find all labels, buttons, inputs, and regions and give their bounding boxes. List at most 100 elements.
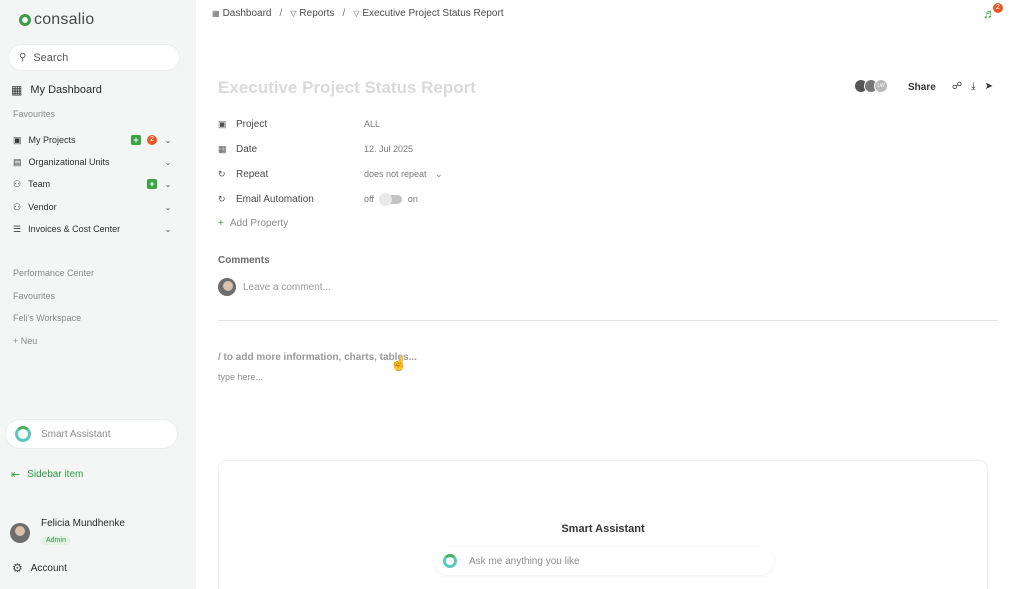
account-label: Account <box>30 562 67 574</box>
search-icon: ⚲ <box>19 52 27 63</box>
repeat-value: does not repeat <box>364 168 427 179</box>
calendar-icon: ▦ <box>218 143 227 154</box>
send-icon[interactable]: ➤ <box>985 81 993 92</box>
sidebar: consalio ⚲ Search ▦ My Dashboard Favouri… <box>0 0 196 589</box>
assistant-placeholder: Ask me anything you like <box>469 555 580 567</box>
projects-count-badge: 2 <box>147 135 157 145</box>
chevron-down-icon: ⌄ <box>435 168 443 179</box>
chevron-down-icon[interactable]: ⌄ <box>163 203 173 212</box>
sidebar-item-label: Invoices & Cost Center <box>28 224 121 234</box>
comments-heading: Comments <box>218 255 270 266</box>
search-placeholder: Search <box>33 51 69 64</box>
logo-icon <box>19 14 31 26</box>
assistant-label: Smart Assistant <box>41 428 111 440</box>
building-icon: ▤ <box>13 156 22 167</box>
sidebar-item-label: Vendor <box>28 202 57 212</box>
breadcrumb-dashboard[interactable]: Dashboard <box>223 8 272 19</box>
lock-icon[interactable]: ☍ <box>952 81 962 92</box>
logo[interactable]: consalio <box>19 11 94 29</box>
property-label: Repeat <box>236 168 269 180</box>
chevron-down-icon[interactable]: ⌄ <box>163 136 173 145</box>
notifications-button[interactable]: ♬ 2 <box>983 3 1003 22</box>
report-icon: ▽ <box>353 9 360 18</box>
vendor-icon: ⚇ <box>13 201 22 212</box>
user-name: Felicia Mundhenke <box>41 518 125 529</box>
folder-icon: ▣ <box>218 118 227 129</box>
sidebar-toggle-item[interactable]: ⇤ Sidebar item <box>11 468 83 481</box>
avatar-initials: LW <box>874 79 888 93</box>
main-content: ▦ Dashboard / ▽ Reports / ▽ Executive Pr… <box>196 0 1010 589</box>
chevron-down-icon[interactable]: ⌄ <box>163 225 173 234</box>
breadcrumb: ▦ Dashboard / ▽ Reports / ▽ Executive Pr… <box>212 8 504 19</box>
property-email-automation: ↻ Email Automation off on <box>218 192 418 206</box>
avatar <box>218 278 236 296</box>
folder-icon: ▣ <box>13 134 22 145</box>
editor-hint: / to add more information, charts, table… <box>218 352 417 363</box>
report-icon: ▽ <box>290 9 297 18</box>
page-title[interactable]: Executive Project Status Report <box>218 78 476 98</box>
breadcrumb-separator: / <box>279 8 283 19</box>
sidebar-item-organizational-units[interactable]: ▤ Organizational Units ⌄ <box>13 155 173 169</box>
property-date: ▦ Date 12. Jul 2025 <box>218 142 413 156</box>
search-input[interactable]: ⚲ Search <box>9 45 179 70</box>
smart-assistant-button[interactable]: Smart Assistant <box>6 420 177 448</box>
assistant-input[interactable]: Ask me anything you like <box>434 547 774 575</box>
sidebar-item-text: Sidebar item <box>27 469 84 480</box>
comment-placeholder: Leave a comment... <box>243 281 331 293</box>
dashboard-label: My Dashboard <box>30 84 102 96</box>
dashboard-grid-icon: ▦ <box>11 83 23 97</box>
comment-input[interactable]: Leave a comment... <box>218 278 331 296</box>
editor-input[interactable]: type here... <box>218 372 263 382</box>
property-label: Email Automation <box>236 193 314 205</box>
assistant-panel-title: Smart Assistant <box>561 523 645 535</box>
chevron-down-icon[interactable]: ⌄ <box>163 180 173 189</box>
add-property-button[interactable]: + Add Property <box>218 218 288 229</box>
plus-icon: + <box>218 218 224 229</box>
property-repeat: ↻ Repeat does not repeat ⌄ <box>218 167 443 181</box>
repeat-select[interactable]: does not repeat ⌄ <box>364 169 443 180</box>
share-button[interactable]: Share <box>908 82 936 93</box>
sidebar-item-label: Organizational Units <box>28 157 110 167</box>
link-workspace[interactable]: Feli's Workspace <box>13 313 81 323</box>
collapse-arrow-icon: ⇤ <box>11 469 21 481</box>
account-link[interactable]: ⚙ Account <box>12 561 67 575</box>
assistant-ring-icon <box>15 426 31 442</box>
breadcrumb-reports[interactable]: Reports <box>299 8 334 19</box>
add-project-button[interactable]: + <box>131 135 141 145</box>
property-label: Project <box>236 118 268 130</box>
chevron-down-icon[interactable]: ⌄ <box>163 158 173 167</box>
add-team-button[interactable]: + <box>147 179 157 189</box>
project-value[interactable]: ALL <box>364 119 380 129</box>
user-profile[interactable]: Felicia Mundhenke Admin <box>10 518 125 547</box>
gear-icon: ⚙ <box>12 561 23 575</box>
email-automation-toggle[interactable] <box>378 192 402 206</box>
sidebar-item-team[interactable]: ⚇ Team + ⌄ <box>13 177 173 191</box>
favourites-heading: Favourites <box>13 109 56 119</box>
link-performance-center[interactable]: Performance Center <box>13 268 94 278</box>
assistant-ring-icon <box>443 554 457 568</box>
property-project: ▣ Project ALL <box>218 117 380 131</box>
repeat-icon: ↻ <box>218 193 226 204</box>
breadcrumb-separator: / <box>342 8 346 19</box>
sidebar-item-my-dashboard[interactable]: ▦ My Dashboard <box>11 83 102 97</box>
date-value[interactable]: 12. Jul 2025 <box>364 144 413 154</box>
layers-icon: ☰ <box>13 223 22 234</box>
toggle-on-label: on <box>407 194 418 204</box>
dashboard-grid-icon: ▦ <box>212 9 220 18</box>
link-favourites[interactable]: Favourites <box>13 291 55 301</box>
download-icon[interactable]: ⤓ <box>971 81 975 92</box>
team-icon: ⚇ <box>13 178 22 189</box>
avatar <box>10 522 30 543</box>
sidebar-item-vendor[interactable]: ⚇ Vendor ⌄ <box>13 200 173 214</box>
brand-name: consalio <box>34 11 95 28</box>
link-new[interactable]: + Neu <box>13 336 37 346</box>
toggle-off-label: off <box>364 194 374 204</box>
sidebar-item-label: My Projects <box>28 135 76 145</box>
notification-badge: 2 <box>993 3 1003 13</box>
sidebar-item-invoices[interactable]: ☰ Invoices & Cost Center ⌄ <box>13 222 173 236</box>
collaborator-avatars[interactable]: LW <box>854 79 888 93</box>
sidebar-item-my-projects[interactable]: ▣ My Projects + 2 ⌄ <box>13 133 173 147</box>
role-badge: Admin <box>41 536 71 545</box>
property-label: Date <box>236 143 258 155</box>
smart-assistant-panel: Smart Assistant Ask me anything you like <box>218 460 988 589</box>
